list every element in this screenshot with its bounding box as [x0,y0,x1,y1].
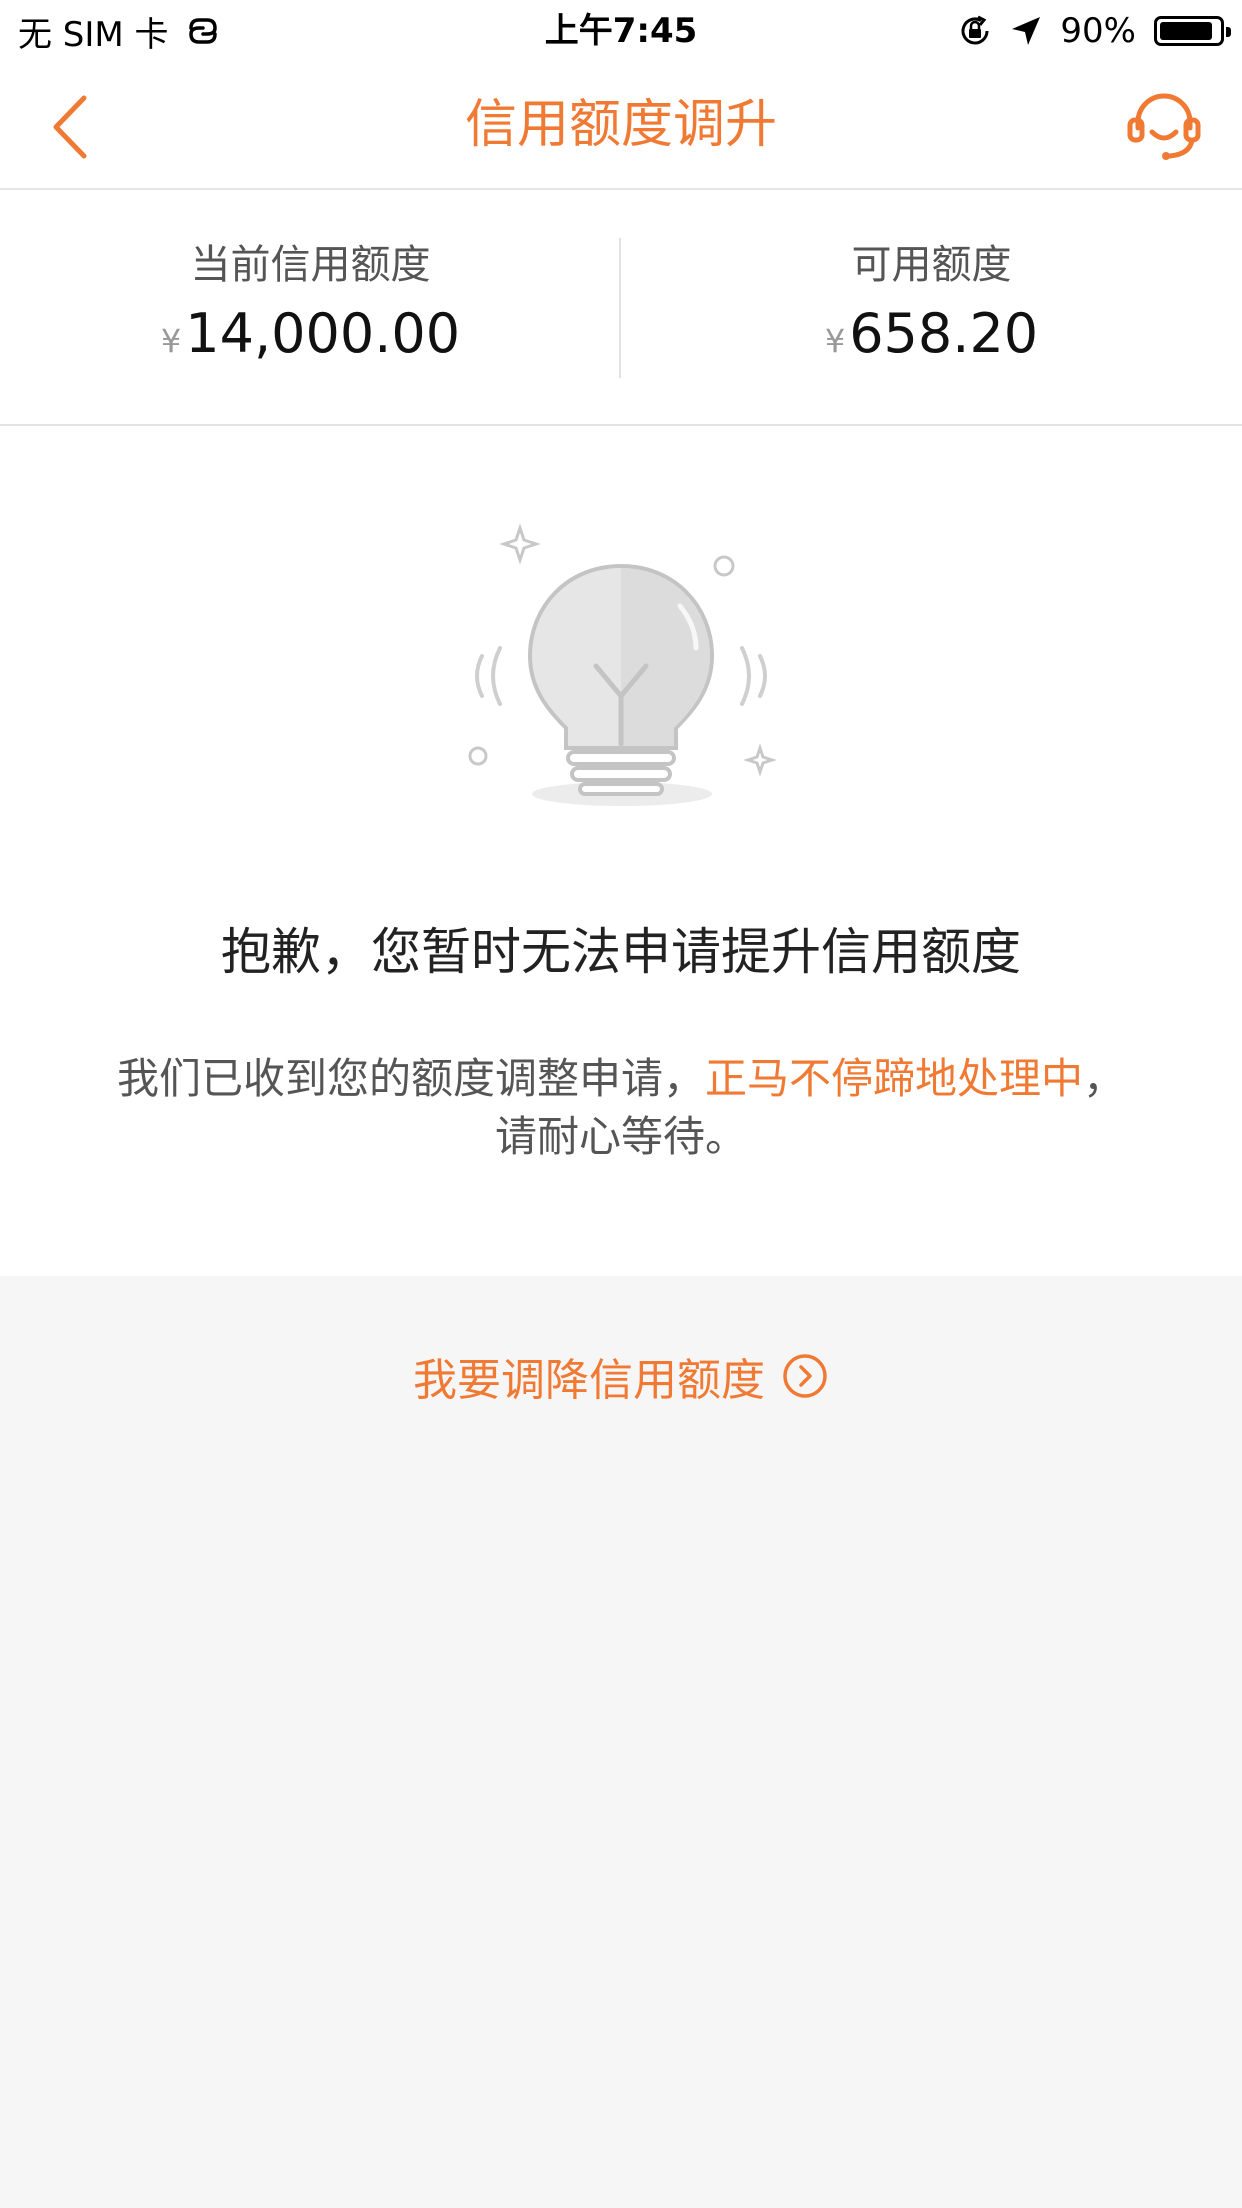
status-right: 90% [958,8,1231,54]
notice-line-1: 我们已收到您的额度调整申请，正马不停蹄地处理中， [60,1050,1182,1108]
available-limit-amount: 658.20 [849,302,1039,365]
nav-bar: 信用额度调升 [0,62,1242,190]
location-arrow-icon [1012,17,1041,45]
currency-symbol: ¥ [824,322,846,360]
main-content: 抱歉，您暂时无法申请提升信用额度 我们已收到您的额度调整申请，正马不停蹄地处理中… [0,426,1242,1276]
currency-symbol: ¥ [160,322,182,360]
battery-icon [1154,16,1231,46]
current-limit-amount: 14,000.00 [185,302,461,365]
current-limit-value: ¥14,000.00 [0,302,621,365]
bottom-area: 我要调降信用额度 [0,1276,1242,2208]
processing-notice: 我们已收到您的额度调整申请，正马不停蹄地处理中， 请耐心等待。 [60,1050,1182,1166]
notice-line-2: 请耐心等待。 [494,1112,747,1161]
battery-fill [1160,22,1213,40]
decrease-limit-label: 我要调降信用额度 [413,1355,765,1406]
notice-text: 我们已收到您的额度调整申请， [116,1054,705,1103]
credit-summary: 当前信用额度 ¥14,000.00 可用额度 ¥658.20 [0,190,1242,426]
page-title: 信用额度调升 [464,95,777,155]
battery-cap [1226,27,1231,37]
notice-comma: ， [1083,1054,1126,1103]
battery-percent: 90% [1060,11,1136,51]
available-limit-block: 可用额度 ¥658.20 [621,190,1242,426]
notice-highlight: 正马不停蹄地处理中 [704,1054,1083,1103]
decrease-limit-link[interactable]: 我要调降信用额度 [0,1336,1242,1416]
status-bar: 无 SIM 卡 上午7:45 90% [0,0,1242,62]
rotation-lock-icon [961,15,989,45]
current-limit-label: 当前信用额度 [190,242,431,288]
current-limit-block: 当前信用额度 ¥14,000.00 [0,190,621,426]
sorry-message: 抱歉，您暂时无法申请提升信用额度 [221,923,1021,981]
available-limit-value: ¥658.20 [621,302,1242,365]
available-limit-label: 可用额度 [851,242,1012,288]
lightbulb-icon [468,523,777,806]
customer-service-icon[interactable] [1126,90,1202,162]
circle-arrow-right-icon [783,1354,827,1398]
